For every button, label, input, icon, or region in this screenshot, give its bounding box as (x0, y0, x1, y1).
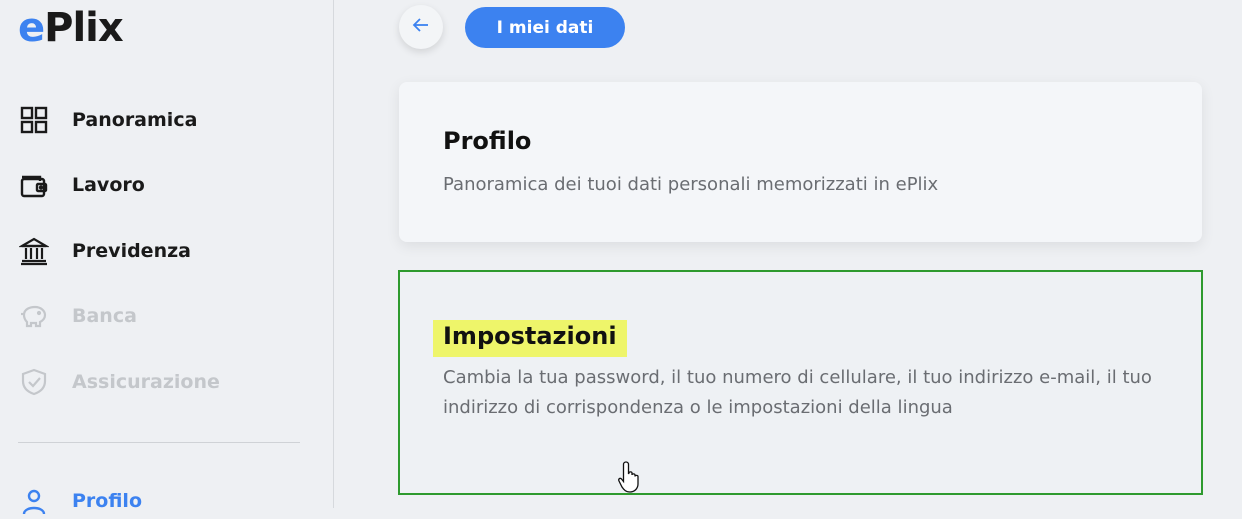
bank-icon (18, 235, 50, 267)
sidebar-item-panoramica[interactable]: Panoramica (18, 102, 308, 138)
my-data-button[interactable]: I miei dati (465, 7, 625, 48)
user-icon (18, 485, 50, 517)
profile-card[interactable]: Profilo Panoramica dei tuoi dati persona… (399, 82, 1202, 242)
shield-check-icon (18, 366, 50, 398)
sidebar-item-label: Banca (72, 305, 137, 327)
sidebar-divider (18, 442, 300, 443)
sidebar: ePlix Panoramica Lavoro Previdenza Banca… (0, 0, 334, 515)
card-title: Impostazioni (433, 320, 627, 357)
wallet-icon (18, 169, 50, 201)
sidebar-item-profilo[interactable]: Profilo (18, 483, 308, 519)
sidebar-item-label: Lavoro (72, 174, 145, 196)
arrow-left-icon (411, 15, 431, 39)
sidebar-item-label: Assicurazione (72, 371, 220, 393)
sidebar-item-assicurazione[interactable]: Assicurazione (18, 364, 308, 400)
hand-cursor-icon (618, 460, 644, 498)
sidebar-item-banca[interactable]: Banca (18, 298, 308, 334)
grid-icon (18, 104, 50, 136)
sidebar-item-label: Previdenza (72, 240, 191, 262)
sidebar-item-lavoro[interactable]: Lavoro (18, 167, 308, 203)
piggy-bank-icon (18, 300, 50, 332)
settings-card[interactable]: Impostazioni Cambia la tua password, il … (398, 270, 1203, 495)
sidebar-item-label: Panoramica (72, 109, 198, 131)
card-title: Profilo (443, 127, 532, 155)
eplix-logo[interactable]: ePlix (18, 4, 124, 52)
sidebar-item-label: Profilo (72, 490, 142, 512)
card-description: Panoramica dei tuoi dati personali memor… (443, 174, 939, 195)
back-button[interactable] (399, 5, 443, 49)
card-description: Cambia la tua password, il tuo numero di… (443, 367, 1152, 418)
sidebar-item-previdenza[interactable]: Previdenza (18, 233, 308, 269)
